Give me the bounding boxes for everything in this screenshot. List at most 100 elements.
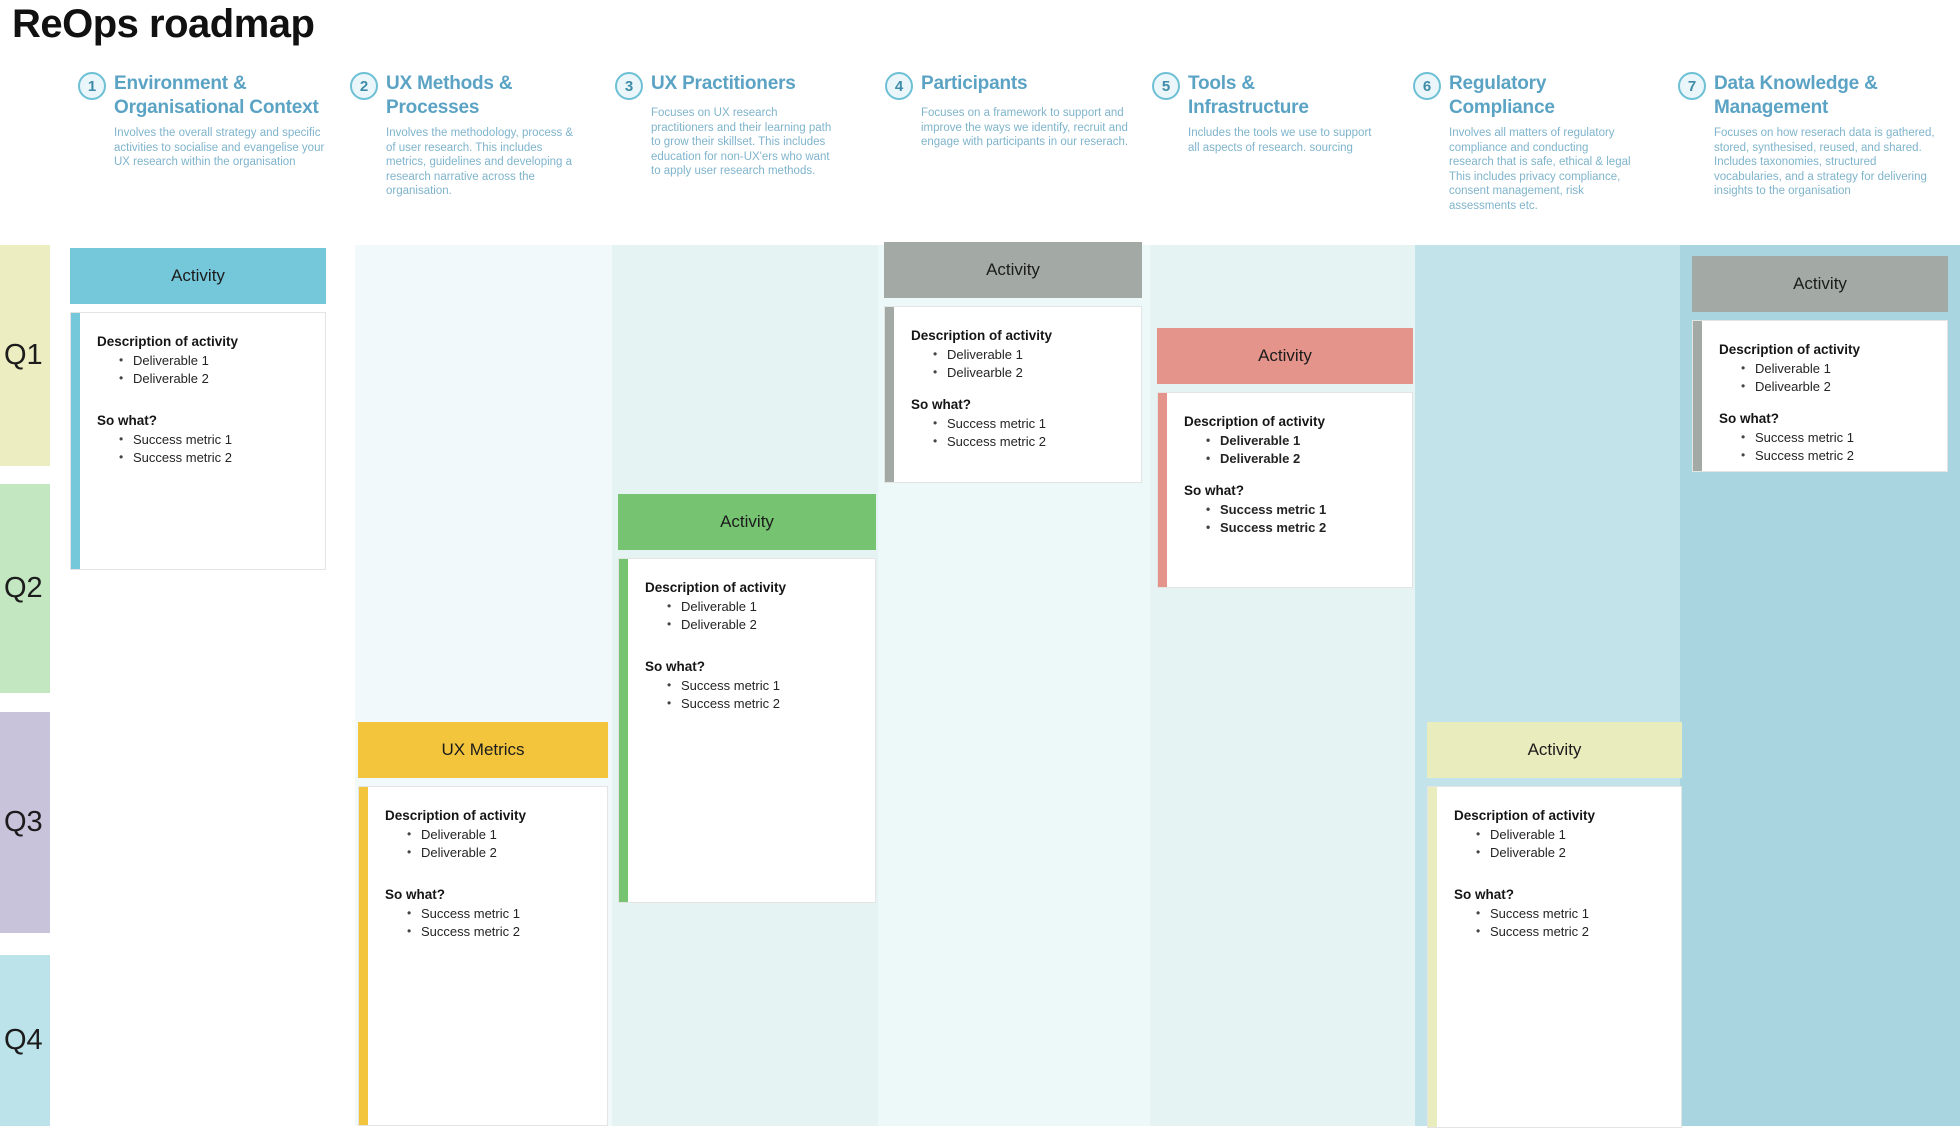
- list-item: Deliverable 2: [407, 843, 593, 862]
- metrics-list: Success metric 1 Success metric 2: [385, 904, 593, 941]
- activity-card-col1[interactable]: Activity Description of activity Deliver…: [70, 248, 326, 570]
- list-item: Delivearble 2: [933, 363, 1127, 382]
- list-item: Success metric 1: [1741, 428, 1933, 447]
- column-description: Focuses on a framework to support and im…: [921, 107, 1129, 148]
- card-body: Description of activity Deliverable 1 De…: [70, 312, 326, 570]
- list-item: Deliverable 2: [119, 369, 311, 388]
- list-item: Success metric 2: [933, 432, 1127, 451]
- card-body: Description of activity Deliverable 1 De…: [1427, 786, 1682, 1128]
- activity-card-col4[interactable]: Activity Description of activity Deliver…: [884, 242, 1142, 483]
- quarter-label: Q4: [4, 1024, 43, 1056]
- deliverables-list: Deliverable 1 Deliverable 2: [97, 351, 311, 388]
- column-title: UX Methods & Processes: [386, 73, 513, 118]
- card-header[interactable]: Activity: [1427, 722, 1682, 778]
- metrics-list: Success metric 1 Success metric 2: [1719, 428, 1933, 465]
- quarter-band-q3: Q3: [0, 712, 50, 933]
- column-header-2: 2 UX Methods & Processes Involves the me…: [350, 72, 580, 199]
- description-title: Description of activity: [1184, 414, 1326, 429]
- list-item: Success metric 2: [1476, 922, 1667, 941]
- column-title: UX Practitioners: [651, 73, 796, 94]
- column-description: Includes the tools we use to support all…: [1188, 127, 1372, 154]
- quarter-band-q2: Q2: [0, 484, 50, 693]
- card-header[interactable]: Activity: [618, 494, 876, 550]
- list-item: Success metric 2: [119, 448, 311, 467]
- card-accent-bar: [1158, 393, 1167, 587]
- card-body: Description of activity Deliverable 1 De…: [358, 786, 608, 1126]
- list-item: Deliverable 2: [1206, 449, 1398, 468]
- quarter-band-q4: Q4: [0, 955, 50, 1126]
- activity-card-col2[interactable]: UX Metrics Description of activity Deliv…: [358, 722, 608, 1126]
- list-item: Deliverable 1: [119, 351, 311, 370]
- card-accent-bar: [1428, 787, 1437, 1127]
- card-accent-bar: [885, 307, 894, 482]
- card-header-label: Activity: [986, 260, 1040, 279]
- activity-card-col5[interactable]: Activity Description of activity Deliver…: [1157, 328, 1413, 588]
- card-header[interactable]: Activity: [70, 248, 326, 304]
- deliverables-list: Deliverable 1 Deliverable 2: [1454, 825, 1667, 862]
- column-header-7: 7 Data Knowledge & Management Focuses on…: [1678, 72, 1936, 199]
- deliverables-list: Deliverable 1 Delivearble 2: [911, 345, 1127, 382]
- list-item: Success metric 1: [667, 676, 861, 695]
- activity-card-col6[interactable]: Activity Description of activity Deliver…: [1427, 722, 1682, 1128]
- sowhat-title: So what?: [645, 659, 705, 674]
- column-description: Involves the overall strategy and specif…: [114, 127, 325, 168]
- column-title: Tools & Infrastructure: [1188, 73, 1309, 118]
- column-description: Focuses on UX research practitioners and…: [651, 107, 832, 177]
- column-number-badge: 4: [885, 72, 913, 100]
- metrics-list: Success metric 1 Success metric 2: [1184, 500, 1398, 537]
- description-title: Description of activity: [1719, 342, 1861, 357]
- column-title: Participants: [921, 73, 1028, 94]
- card-header[interactable]: Activity: [1692, 256, 1948, 312]
- column-header-6: 6 Regulatory Compliance Involves all mat…: [1413, 72, 1635, 213]
- column-header-4: 4 Participants Focuses on a framework to…: [885, 72, 1135, 150]
- list-item: Success metric 2: [407, 922, 593, 941]
- card-header-label: UX Metrics: [441, 740, 525, 759]
- activity-card-col7[interactable]: Activity Description of activity Deliver…: [1692, 256, 1948, 472]
- deliverables-list: Deliverable 1 Delivearble 2: [1719, 359, 1933, 396]
- list-item: Success metric 2: [1741, 446, 1933, 465]
- card-header-label: Activity: [1793, 274, 1847, 293]
- column-description: Involves the methodology, process & of u…: [386, 127, 574, 197]
- card-accent-bar: [71, 313, 80, 569]
- quarter-band-q1: Q1: [0, 245, 50, 466]
- column-description: Involves all matters of regulatory compl…: [1449, 127, 1631, 212]
- list-item: Success metric 1: [407, 904, 593, 923]
- sowhat-title: So what?: [1454, 887, 1514, 902]
- metrics-list: Success metric 1 Success metric 2: [1454, 904, 1667, 941]
- card-header[interactable]: Activity: [1157, 328, 1413, 384]
- column-number-badge: 3: [615, 72, 643, 100]
- quarter-label: Q1: [4, 339, 43, 371]
- sowhat-title: So what?: [97, 413, 157, 428]
- activity-card-col3[interactable]: Activity Description of activity Deliver…: [618, 494, 876, 903]
- column-header-3: 3 UX Practitioners Focuses on UX researc…: [615, 72, 837, 179]
- card-header[interactable]: Activity: [884, 242, 1142, 298]
- deliverables-list: Deliverable 1 Deliverable 2: [1184, 431, 1398, 468]
- sowhat-title: So what?: [385, 887, 445, 902]
- list-item: Deliverable 1: [407, 825, 593, 844]
- sowhat-title: So what?: [911, 397, 971, 412]
- card-header-label: Activity: [171, 266, 225, 285]
- column-title: Regulatory Compliance: [1449, 73, 1555, 118]
- list-item: Success metric 2: [667, 694, 861, 713]
- description-title: Description of activity: [911, 328, 1053, 343]
- card-accent-bar: [1693, 321, 1702, 471]
- metrics-list: Success metric 1 Success metric 2: [645, 676, 861, 713]
- list-item: Success metric 1: [1476, 904, 1667, 923]
- list-item: Success metric 1: [1206, 500, 1398, 519]
- sowhat-title: So what?: [1719, 411, 1779, 426]
- card-header-label: Activity: [1527, 740, 1582, 759]
- sowhat-title: So what?: [1184, 483, 1244, 498]
- card-accent-bar: [619, 559, 628, 902]
- column-headers: 1 Environment & Organisational Context I…: [0, 72, 1960, 247]
- column-number-badge: 7: [1678, 72, 1706, 100]
- quarter-label: Q2: [4, 572, 43, 604]
- quarter-label: Q3: [4, 806, 43, 838]
- card-body: Description of activity Deliverable 1 De…: [1692, 320, 1948, 472]
- page-title: ReOps roadmap: [12, 2, 315, 46]
- metrics-list: Success metric 1 Success metric 2: [97, 430, 311, 467]
- column-number-badge: 5: [1152, 72, 1180, 100]
- metrics-list: Success metric 1 Success metric 2: [911, 414, 1127, 451]
- column-title: Data Knowledge & Management: [1714, 73, 1878, 118]
- description-title: Description of activity: [385, 808, 527, 823]
- card-header[interactable]: UX Metrics: [358, 722, 608, 778]
